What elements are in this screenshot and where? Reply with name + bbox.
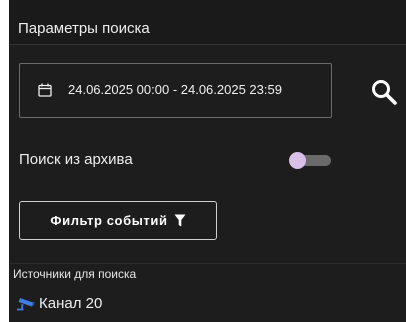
panel-header: Параметры поиска [9, 0, 406, 45]
sources-title: Источники для поиска [13, 267, 137, 281]
archive-search-label: Поиск из архива [19, 151, 133, 168]
calendar-icon [38, 83, 52, 97]
date-range-value: 24.06.2025 00:00 - 24.06.2025 23:59 [68, 82, 282, 97]
camera-icon [17, 298, 35, 311]
search-parameters-panel: Параметры поиска 24.06.2025 00:00 - 24.0… [9, 0, 406, 322]
panel-title: Параметры поиска [18, 20, 150, 37]
date-range-field[interactable]: 24.06.2025 00:00 - 24.06.2025 23:59 [19, 63, 332, 118]
sources-divider [9, 263, 406, 264]
funnel-icon [174, 214, 186, 227]
source-item-label: Канал 20 [39, 295, 103, 312]
toggle-knob [289, 152, 306, 169]
search-icon[interactable] [370, 78, 398, 106]
event-filter-button[interactable]: Фильтр событий [19, 201, 217, 240]
archive-search-toggle[interactable] [289, 152, 332, 169]
event-filter-label: Фильтр событий [50, 213, 168, 228]
source-item[interactable]: Канал 20 [13, 292, 313, 316]
